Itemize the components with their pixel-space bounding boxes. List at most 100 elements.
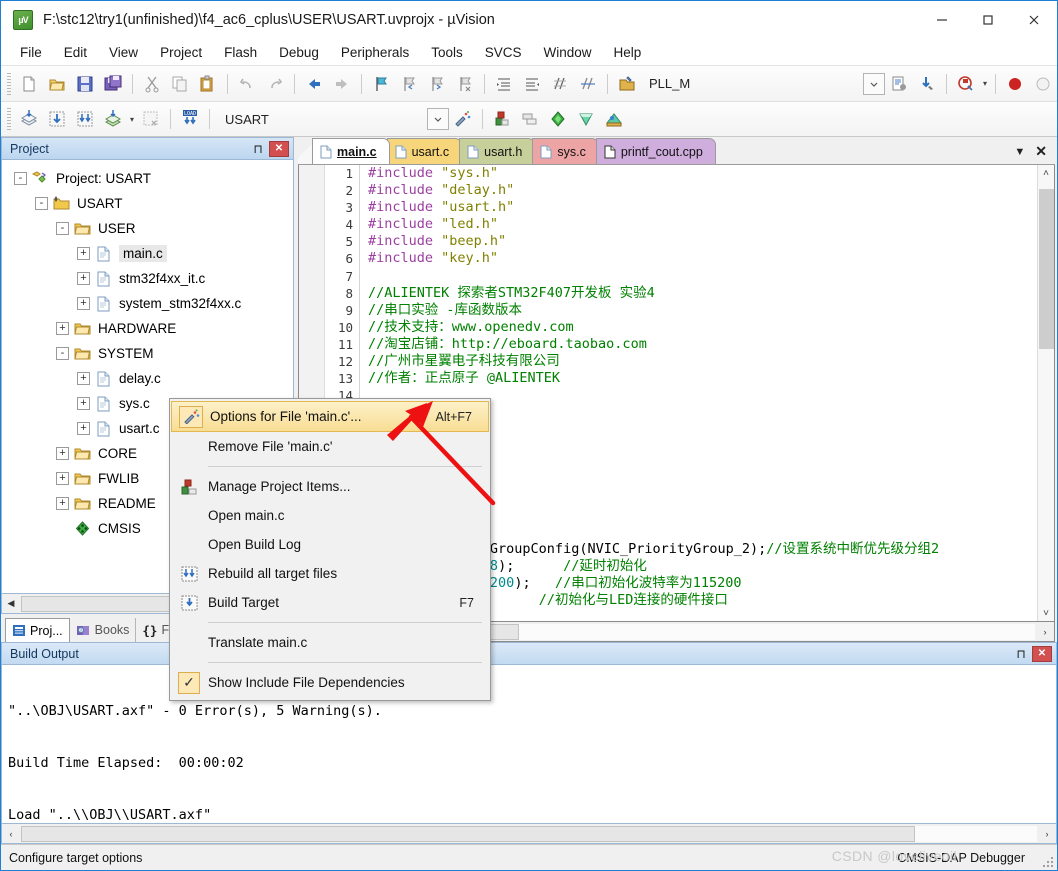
menu-window[interactable]: Window [532,41,602,64]
context-menu-item-open-build-log[interactable]: Open Build Log [170,530,490,559]
build-target-icon[interactable] [43,105,71,133]
tree-item-file-stm32f4xx-it-c[interactable]: + stm32f4xx_it.c [2,266,293,291]
navigate-forward-icon[interactable] [328,70,356,98]
configure-pll-icon[interactable] [613,70,641,98]
indent-right-icon[interactable] [490,70,518,98]
tab-close-icon[interactable]: ✕ [1035,143,1047,160]
build-toolbar-grip[interactable] [7,108,11,130]
pack-installer-icon[interactable] [544,105,572,133]
batch-build-icon[interactable] [99,105,127,133]
vscroll-track[interactable] [1038,181,1055,605]
scroll-left-icon[interactable]: ‹ [2,824,20,843]
context-menu-item-show-include-file-dependencies[interactable]: ✓ Show Include File Dependencies [170,668,490,697]
tree-toggle[interactable]: - [14,172,27,185]
context-menu-item-manage-project-items[interactable]: Manage Project Items... [170,472,490,501]
stop-build-icon[interactable] [137,105,165,133]
menu-tools[interactable]: Tools [420,41,474,64]
tree-toggle[interactable]: - [56,347,69,360]
copy-icon[interactable] [166,70,194,98]
tree-toggle[interactable]: + [77,397,90,410]
context-menu-item-open-main-c[interactable]: Open main.c [170,501,490,530]
editor-tab-main-c[interactable]: main.c [312,138,390,164]
tree-toggle[interactable]: - [35,197,48,210]
editor-tab-printf-cout-cpp[interactable]: printf_cout.cpp [595,138,716,164]
cut-icon[interactable] [138,70,166,98]
editor-tab-usart-c[interactable]: usart.c [386,138,463,164]
run-time-env-icon[interactable] [572,105,600,133]
multi-project-icon[interactable] [516,105,544,133]
tree-toggle[interactable]: + [77,422,90,435]
open-file-icon[interactable] [43,70,71,98]
bookmark-next-icon[interactable] [423,70,451,98]
save-icon[interactable] [71,70,99,98]
menu-edit[interactable]: Edit [53,41,98,64]
scroll-up-icon[interactable]: ˄ [1038,165,1055,181]
pin-icon[interactable]: ⊓ [1013,647,1029,661]
indent-left-icon[interactable] [518,70,546,98]
new-file-icon[interactable] [15,70,43,98]
scroll-right-icon[interactable]: › [1036,622,1054,641]
bookmark-clear-icon[interactable] [451,70,479,98]
tab-books[interactable]: ? Books [70,618,137,642]
context-menu-item-remove-file[interactable]: Remove File 'main.c' [170,432,490,461]
bookmark-toggle-icon[interactable] [367,70,395,98]
start-debug-icon[interactable] [952,70,980,98]
tree-toggle[interactable]: + [56,447,69,460]
debug-dropdown-caret[interactable]: ▾ [983,79,987,88]
paste-icon[interactable] [194,70,222,98]
build-output-hscrollbar[interactable]: ‹ › [1,824,1057,844]
scroll-left-icon[interactable]: ◀ [2,594,20,613]
menu-debug[interactable]: Debug [268,41,330,64]
target-options-icon[interactable] [449,105,477,133]
rebuild-all-icon[interactable] [71,105,99,133]
breakpoint-icon[interactable] [1001,70,1029,98]
context-menu-item-build-target[interactable]: Build Target F7 [170,588,490,617]
hscroll-track[interactable] [21,825,1037,842]
tree-item-target-usart[interactable]: - USART [2,191,293,216]
tree-item-file-main-c[interactable]: + main.c [2,241,293,266]
tree-toggle[interactable]: + [56,322,69,335]
toolbar-grip[interactable] [7,72,11,95]
navigate-back-icon[interactable] [300,70,328,98]
scroll-right-icon[interactable]: › [1038,824,1056,843]
tree-item-group-hardware[interactable]: + HARDWARE [2,316,293,341]
minimize-button[interactable] [919,1,965,39]
tree-toggle[interactable]: + [77,297,90,310]
editor-tab-usart-h[interactable]: usart.h [459,138,536,164]
tree-item-group-user[interactable]: - USER [2,216,293,241]
tree-item-project[interactable]: - Project: USART [2,166,293,191]
context-menu-item-translate-main-c[interactable]: Translate main.c [170,628,490,657]
menu-svcs[interactable]: SVCS [474,41,533,64]
batch-build-caret[interactable]: ▾ [130,115,134,124]
tree-toggle[interactable]: - [56,222,69,235]
uncomment-icon[interactable] [574,70,602,98]
tree-toggle[interactable]: + [77,247,90,260]
menu-help[interactable]: Help [603,41,653,64]
manage-project-items-icon[interactable] [488,105,516,133]
redo-icon[interactable] [261,70,289,98]
project-panel-close-icon[interactable]: ✕ [269,140,289,157]
tree-toggle[interactable]: + [77,372,90,385]
menu-view[interactable]: View [98,41,149,64]
bookmark-prev-icon[interactable] [395,70,423,98]
tree-toggle[interactable]: + [56,497,69,510]
undo-icon[interactable] [233,70,261,98]
save-all-icon[interactable] [99,70,127,98]
menu-flash[interactable]: Flash [213,41,268,64]
translate-file-icon[interactable] [15,105,43,133]
pack-manager-icon[interactable] [600,105,628,133]
resize-grip-icon[interactable] [1042,856,1054,868]
build-output-text[interactable]: "..\OBJ\USART.axf" - 0 Error(s), 5 Warni… [1,664,1057,824]
menu-file[interactable]: File [9,41,53,64]
debug-settings-icon[interactable] [885,70,913,98]
menu-project[interactable]: Project [149,41,213,64]
context-menu-item-rebuild-all-target-files[interactable]: Rebuild all target files [170,559,490,588]
pin-icon[interactable]: ⊓ [250,142,266,156]
target-selector-label[interactable]: USART [215,112,345,127]
menu-peripherals[interactable]: Peripherals [330,41,420,64]
build-output-close-icon[interactable]: ✕ [1032,645,1052,662]
target-dropdown[interactable] [427,108,450,130]
maximize-button[interactable] [965,1,1011,39]
editor-vscrollbar[interactable]: ˄ ˅ [1037,165,1054,621]
tree-item-file-system-stm32f4xx-c[interactable]: + system_stm32f4xx.c [2,291,293,316]
